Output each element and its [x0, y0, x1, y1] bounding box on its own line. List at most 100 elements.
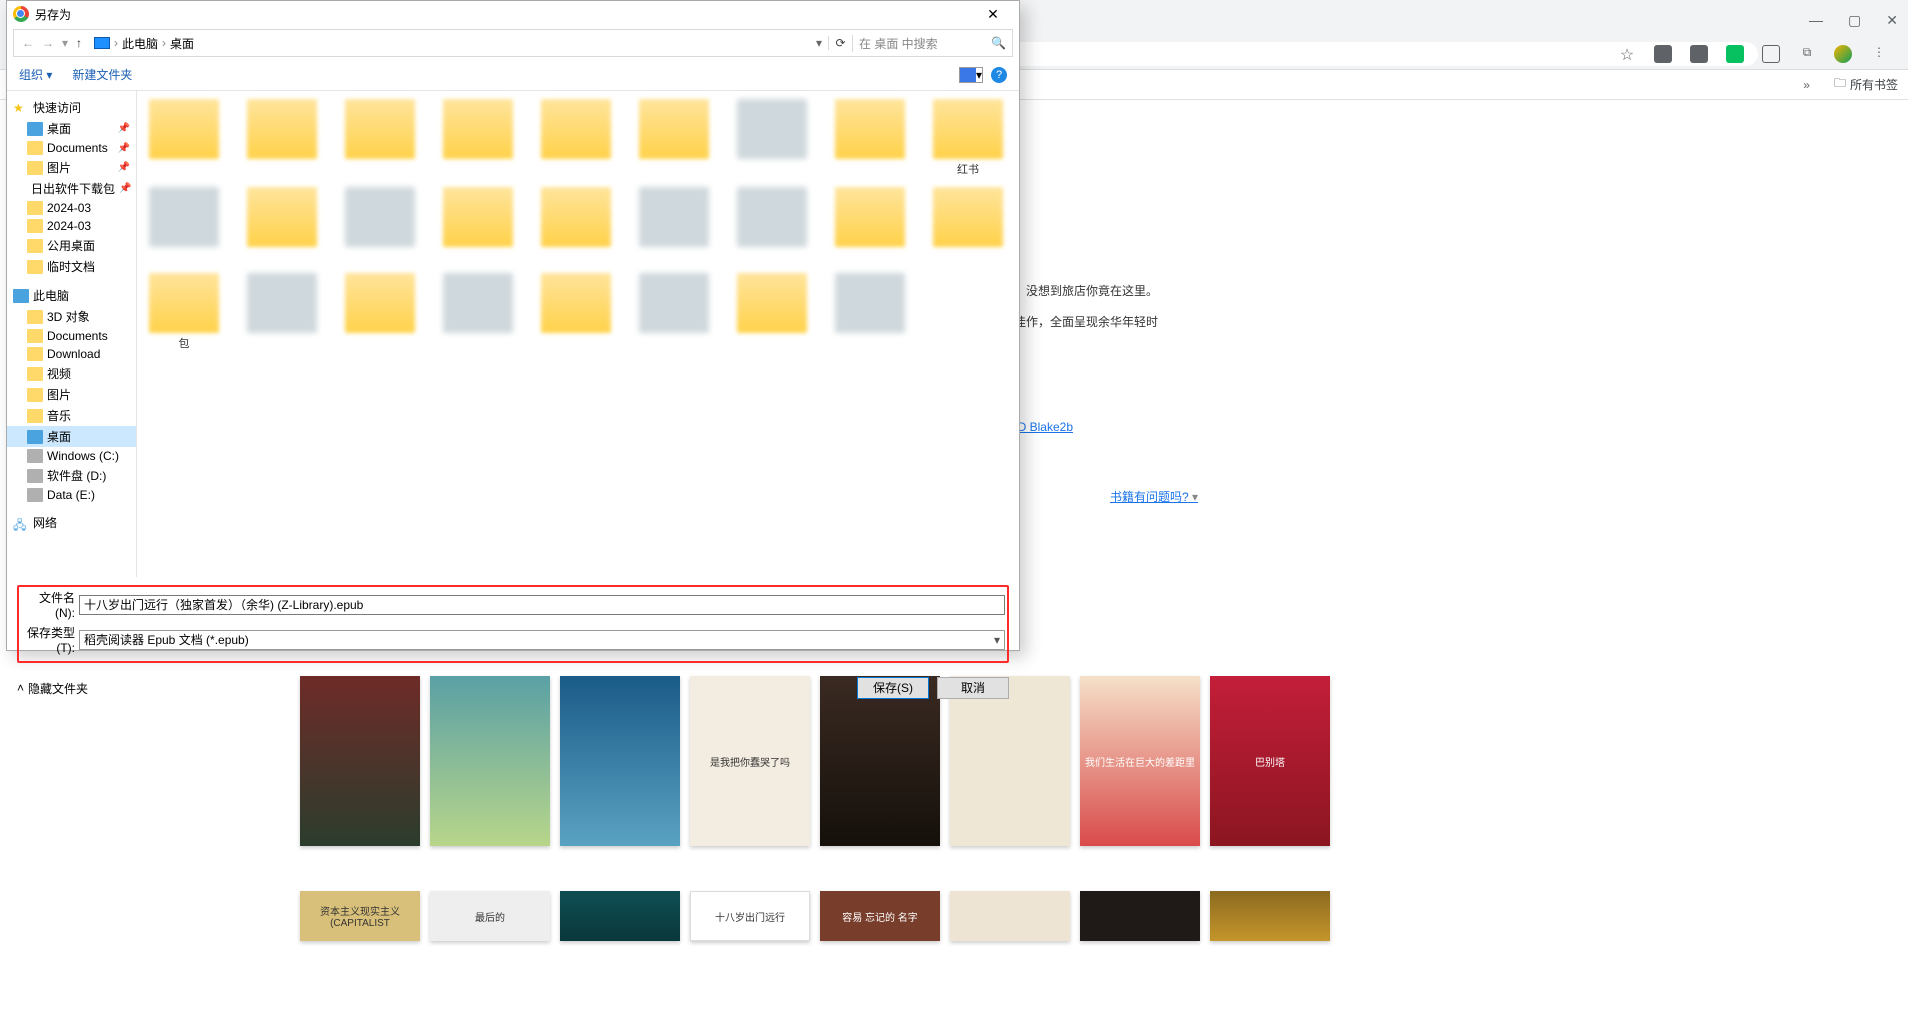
book-cover[interactable]: 我们生活在巨大的差距里	[1080, 676, 1200, 846]
desktop-icon	[27, 430, 43, 444]
all-bookmarks[interactable]: 🗀所有书签	[1834, 74, 1898, 95]
file-item[interactable]	[537, 273, 615, 351]
recent-icon[interactable]: ▾	[62, 36, 68, 50]
book-cover[interactable]	[1080, 891, 1200, 941]
tree-drive-c[interactable]: Windows (C:)	[7, 447, 136, 465]
file-item[interactable]	[537, 99, 615, 177]
bookmark-more-icon[interactable]: »	[1803, 78, 1810, 92]
tree-folder[interactable]: 临时文档	[7, 256, 136, 277]
file-item[interactable]	[243, 99, 321, 177]
file-item[interactable]	[733, 273, 811, 351]
organize-button[interactable]: 组织 ▾	[19, 66, 52, 83]
maximize-icon[interactable]: ▢	[1848, 12, 1861, 29]
tree-drive-d[interactable]: 软件盘 (D:)	[7, 465, 136, 486]
file-item[interactable]	[831, 99, 909, 177]
book-cover[interactable]: 巴别塔	[1210, 676, 1330, 846]
folder-icon	[27, 409, 43, 423]
tree-desktop-selected[interactable]: 桌面	[7, 426, 136, 447]
tree-pictures[interactable]: 图片	[7, 384, 136, 405]
file-item[interactable]	[145, 99, 223, 177]
wechat-icon[interactable]	[1726, 45, 1744, 63]
view-mode-button[interactable]: ▾	[959, 67, 983, 83]
tree-documents[interactable]: Documents📌	[7, 139, 136, 157]
book-cover[interactable]: 容易 忘记的 名字	[820, 891, 940, 941]
filetype-select[interactable]: 稻壳阅读器 Epub 文档 (*.epub)	[79, 630, 1005, 650]
up-icon[interactable]: ↑	[76, 36, 82, 50]
refresh-icon[interactable]: ⟳	[828, 36, 852, 50]
file-item[interactable]: 红书	[929, 99, 1007, 177]
tree-network[interactable]: 🖧网络	[7, 512, 136, 533]
breadcrumb-item[interactable]: 此电脑	[122, 35, 158, 52]
tree-folder[interactable]: 2024-03	[7, 217, 136, 235]
hash-link[interactable]: D Blake2b	[1018, 420, 1073, 434]
help-icon[interactable]: ?	[991, 67, 1007, 83]
file-item[interactable]	[145, 187, 223, 263]
tree-quick-access[interactable]: ★快速访问	[7, 97, 136, 118]
tree-download[interactable]: Download	[7, 345, 136, 363]
book-cover[interactable]: 资本主义现实主义 (CAPITALIST	[300, 891, 420, 941]
tree-folder[interactable]: 公用桌面	[7, 235, 136, 256]
file-item[interactable]	[831, 273, 909, 351]
file-item[interactable]	[635, 99, 713, 177]
file-item[interactable]	[537, 187, 615, 263]
camera-icon[interactable]	[1762, 45, 1780, 63]
new-folder-button[interactable]: 新建文件夹	[72, 66, 132, 83]
tree-documents[interactable]: Documents	[7, 327, 136, 345]
file-item[interactable]	[635, 187, 713, 263]
file-item[interactable]	[243, 187, 321, 263]
extensions-icon[interactable]: ⧉	[1798, 45, 1816, 63]
file-item[interactable]	[439, 99, 517, 177]
tree-folder[interactable]: 2024-03	[7, 199, 136, 217]
extension-icon[interactable]	[1690, 45, 1708, 63]
file-item[interactable]	[635, 273, 713, 351]
breadcrumb[interactable]: › 此电脑 › 桌面	[90, 35, 810, 52]
file-item[interactable]	[243, 273, 321, 351]
forward-icon[interactable]: →	[42, 36, 54, 50]
file-item[interactable]	[831, 187, 909, 263]
file-item[interactable]	[733, 99, 811, 177]
file-item[interactable]	[733, 187, 811, 263]
file-list[interactable]: 红书 包	[137, 91, 1019, 577]
menu-icon[interactable]: ⋮	[1870, 45, 1888, 63]
minimize-icon[interactable]: —	[1809, 12, 1823, 29]
tree-downloads-pkg[interactable]: 日出软件下载包📌	[7, 178, 136, 199]
folder-icon	[27, 367, 43, 381]
book-issue-link[interactable]: 书籍有问题吗?	[1110, 488, 1198, 505]
cancel-button[interactable]: 取消	[937, 677, 1009, 699]
window-controls: — ▢ ✕	[1809, 12, 1898, 29]
breadcrumb-item[interactable]: 桌面	[170, 35, 194, 52]
book-cover[interactable]	[950, 891, 1070, 941]
tree-desktop[interactable]: 桌面📌	[7, 118, 136, 139]
dialog-toolbar: 组织 ▾ 新建文件夹 ▾ ?	[7, 59, 1019, 91]
file-item[interactable]	[929, 187, 1007, 263]
path-dropdown-icon[interactable]: ▾	[810, 36, 828, 50]
file-item[interactable]	[439, 187, 517, 263]
folder-icon	[27, 201, 43, 215]
filename-input[interactable]	[79, 595, 1005, 615]
tree-pictures[interactable]: 图片📌	[7, 157, 136, 178]
pin-icon: 📌	[118, 162, 130, 173]
tree-3d-objects[interactable]: 3D 对象	[7, 306, 136, 327]
tree-this-pc[interactable]: 此电脑	[7, 285, 136, 306]
back-icon[interactable]: ←	[22, 36, 34, 50]
file-item[interactable]	[341, 187, 419, 263]
bookmark-star-icon[interactable]: ☆	[1618, 45, 1636, 63]
file-item[interactable]	[439, 273, 517, 351]
book-cover[interactable]: 十八岁出门远行	[690, 891, 810, 941]
file-item[interactable]	[341, 273, 419, 351]
book-cover[interactable]: 最后的	[430, 891, 550, 941]
close-icon[interactable]: ✕	[973, 6, 1013, 23]
close-window-icon[interactable]: ✕	[1886, 12, 1898, 29]
file-item[interactable]: 包	[145, 273, 223, 351]
hide-folders-toggle[interactable]: ˄ 隐藏文件夹	[17, 680, 88, 697]
book-cover[interactable]	[560, 891, 680, 941]
extension-icon[interactable]	[1654, 45, 1672, 63]
save-button[interactable]: 保存(S)	[857, 677, 929, 699]
tree-drive-e[interactable]: Data (E:)	[7, 486, 136, 504]
tree-videos[interactable]: 视频	[7, 363, 136, 384]
search-input[interactable]: 在 桌面 中搜索 🔍	[852, 35, 1012, 52]
profile-avatar[interactable]	[1834, 45, 1852, 63]
tree-music[interactable]: 音乐	[7, 405, 136, 426]
file-item[interactable]	[341, 99, 419, 177]
book-cover[interactable]	[1210, 891, 1330, 941]
